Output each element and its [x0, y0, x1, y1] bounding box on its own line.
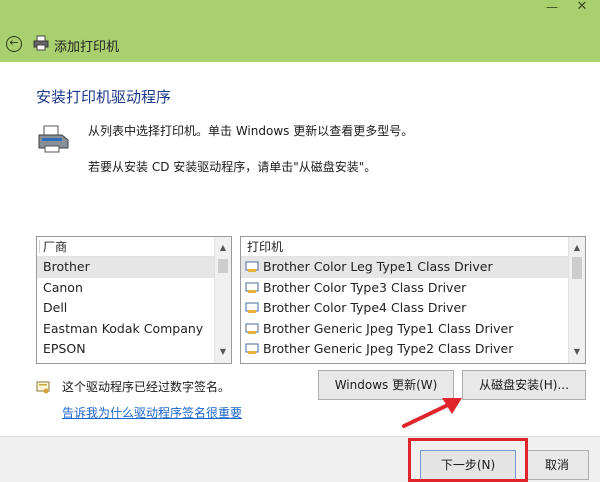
minimize-button[interactable]: —: [538, 0, 566, 16]
scroll-up-icon[interactable]: ▲: [569, 241, 585, 255]
printer-driver-icon: [245, 261, 259, 272]
page-title: 安装打印机驱动程序: [36, 88, 172, 106]
printer-item[interactable]: Brother Generic Jpeg Type1 Class Driver: [241, 319, 585, 340]
printer-driver-icon: [245, 282, 259, 293]
signature-info-link[interactable]: 告诉我为什么驱动程序签名很重要: [62, 404, 242, 421]
printer-icon: [33, 35, 49, 51]
highlight-box: [408, 438, 528, 482]
printer-item[interactable]: Brother Generic Jpeg Type2 Class Driver: [241, 339, 585, 360]
printer-icon: [38, 125, 69, 153]
printer-driver-icon: [245, 343, 259, 354]
annotation-arrow-icon: [402, 398, 462, 428]
printer-list[interactable]: 打印机 Brother Color Leg Type1 Class Driver…: [240, 236, 586, 364]
manufacturer-list-header: 厂商: [37, 237, 231, 257]
instruction-text-disk: 若要从安装 CD 安装驱动程序，请单击"从磁盘安装"。: [88, 160, 377, 174]
manufacturer-list-scrollbar[interactable]: ▲ ▼: [214, 237, 231, 363]
close-button[interactable]: ✕: [568, 0, 596, 16]
scroll-thumb[interactable]: [572, 257, 582, 279]
title-bar: — ✕ ← 添加打印机: [0, 0, 600, 62]
printer-driver-icon: [245, 302, 259, 313]
printer-list-scrollbar[interactable]: ▲ ▼: [568, 237, 585, 363]
scroll-up-icon[interactable]: ▲: [215, 241, 231, 255]
certificate-icon: [36, 381, 50, 394]
back-button[interactable]: ←: [6, 36, 22, 52]
scroll-down-icon[interactable]: ▼: [215, 345, 231, 359]
instruction-text-list: 从列表中选择打印机。单击 Windows 更新以查看更多型号。: [88, 124, 414, 138]
printer-driver-icon: [245, 323, 259, 334]
printer-list-header: 打印机: [241, 237, 585, 257]
scroll-thumb[interactable]: [218, 259, 228, 273]
manufacturer-item-epson[interactable]: EPSON: [37, 339, 231, 360]
manufacturer-item-dell[interactable]: Dell: [37, 298, 231, 319]
printer-item[interactable]: Brother Color Leg Type1 Class Driver: [241, 257, 585, 278]
manufacturer-item-brother[interactable]: Brother: [37, 257, 231, 278]
cancel-button[interactable]: 取消: [525, 450, 589, 480]
manufacturer-item-canon[interactable]: Canon: [37, 278, 231, 299]
signature-status: 这个驱动程序已经过数字签名。: [62, 380, 231, 394]
window-title: 添加打印机: [54, 40, 120, 55]
printer-item[interactable]: Brother Color Type4 Class Driver: [241, 298, 585, 319]
scroll-down-icon[interactable]: ▼: [569, 345, 585, 359]
manufacturer-item-kodak[interactable]: Eastman Kodak Company: [37, 319, 231, 340]
printer-item[interactable]: Brother Color Type3 Class Driver: [241, 278, 585, 299]
manufacturer-list[interactable]: 厂商 Brother Canon Dell Eastman Kodak Comp…: [36, 236, 232, 364]
have-disk-button[interactable]: 从磁盘安装(H)...: [462, 370, 586, 400]
